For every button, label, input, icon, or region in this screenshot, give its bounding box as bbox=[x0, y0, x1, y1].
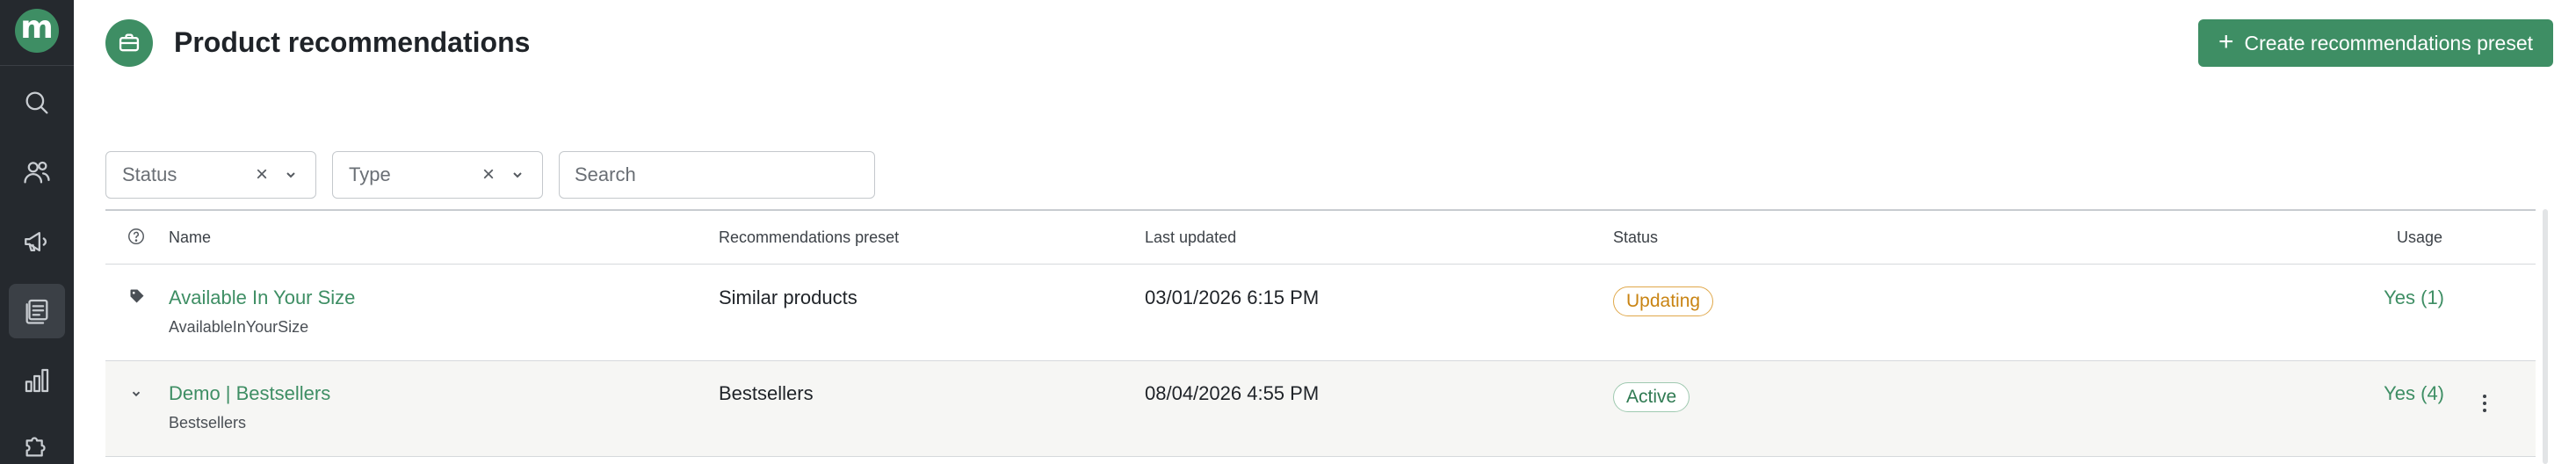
sidebar: m bbox=[0, 0, 74, 464]
table-row[interactable]: Available In Your Size AvailableInYourSi… bbox=[105, 265, 2536, 359]
app-logo[interactable]: m bbox=[15, 9, 59, 53]
row-usage-link[interactable]: Yes (1) bbox=[2355, 286, 2444, 309]
row-divider bbox=[105, 456, 2536, 457]
sidebar-item-campaigns[interactable] bbox=[9, 214, 65, 269]
search-input[interactable] bbox=[559, 151, 875, 199]
row-last-updated: 08/04/2026 4:55 PM bbox=[1145, 382, 1320, 404]
clear-icon[interactable]: × bbox=[256, 163, 268, 187]
briefcase-icon bbox=[119, 33, 140, 52]
megaphone-icon bbox=[25, 231, 47, 252]
type-filter-label: Type bbox=[349, 163, 391, 185]
status-filter-label: Status bbox=[122, 163, 177, 185]
column-header-name[interactable]: Name bbox=[169, 228, 211, 246]
sidebar-item-analytics[interactable] bbox=[9, 353, 65, 408]
sidebar-item-recommendations[interactable] bbox=[9, 284, 65, 338]
scrollbar[interactable] bbox=[2543, 209, 2548, 464]
status-badge: Updating bbox=[1613, 286, 1714, 316]
page-icon bbox=[105, 19, 153, 67]
tag-icon bbox=[128, 287, 146, 309]
status-filter[interactable]: Status × bbox=[105, 151, 316, 199]
create-preset-label: Create recommendations preset bbox=[2244, 31, 2534, 54]
puzzle-icon bbox=[25, 437, 46, 457]
column-header-status[interactable]: Status bbox=[1613, 228, 1658, 246]
row-name-link[interactable]: Demo | Bestsellers bbox=[169, 382, 330, 405]
chevron-down-icon[interactable] bbox=[510, 168, 525, 182]
chevron-down-icon[interactable] bbox=[130, 388, 142, 404]
logo-letter: m bbox=[20, 10, 54, 46]
row-id: AvailableInYourSize bbox=[169, 318, 309, 336]
row-preset: Bestsellers bbox=[719, 382, 814, 404]
page-title: Product recommendations bbox=[174, 26, 531, 58]
row-usage-link[interactable]: Yes (4) bbox=[2355, 382, 2444, 405]
row-name-link[interactable]: Available In Your Size bbox=[169, 286, 355, 309]
users-icon bbox=[24, 161, 50, 184]
create-preset-button[interactable]: + Create recommendations preset bbox=[2198, 19, 2553, 67]
search-icon bbox=[25, 91, 48, 114]
row-preset: Similar products bbox=[719, 286, 857, 308]
sidebar-item-search[interactable] bbox=[9, 76, 65, 130]
bar-chart-icon bbox=[25, 368, 49, 393]
sidebar-item-integrations[interactable] bbox=[9, 418, 65, 464]
sidebar-divider bbox=[0, 65, 74, 66]
table-row[interactable]: Demo | Bestsellers Bestsellers Bestselle… bbox=[105, 361, 2536, 456]
row-id: Bestsellers bbox=[169, 414, 247, 431]
more-options-icon[interactable] bbox=[2476, 395, 2493, 412]
column-header-preset[interactable]: Recommendations preset bbox=[719, 228, 899, 246]
plus-icon: + bbox=[2218, 26, 2234, 56]
column-header-usage[interactable]: Usage bbox=[2397, 228, 2442, 246]
status-badge: Active bbox=[1613, 382, 1690, 412]
row-last-updated: 03/01/2026 6:15 PM bbox=[1145, 286, 1320, 308]
chevron-down-icon[interactable] bbox=[284, 168, 298, 182]
sidebar-item-users[interactable] bbox=[9, 145, 65, 199]
type-filter[interactable]: Type × bbox=[332, 151, 543, 199]
column-header-last-updated[interactable]: Last updated bbox=[1145, 228, 1236, 246]
table-header: Name Recommendations preset Last updated… bbox=[105, 211, 2536, 264]
recommendations-icon bbox=[25, 299, 48, 324]
clear-icon[interactable]: × bbox=[482, 163, 495, 187]
help-icon[interactable] bbox=[127, 227, 146, 246]
